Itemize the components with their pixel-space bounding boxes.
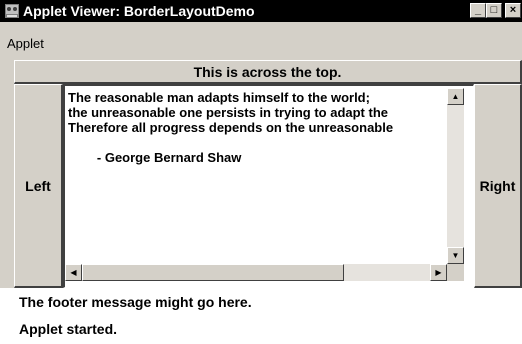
- text-line: the unreasonable one persists in trying …: [68, 105, 388, 120]
- text-content[interactable]: The reasonable man adapts himself to the…: [68, 90, 444, 264]
- menu-applet[interactable]: Applet: [7, 36, 44, 52]
- arrow-left-icon[interactable]: ◀: [65, 264, 82, 281]
- arrow-down-icon[interactable]: ▼: [447, 247, 464, 264]
- close-button[interactable]: ×: [505, 3, 521, 18]
- left-button[interactable]: Left: [14, 84, 63, 288]
- applet-icon: [5, 4, 19, 18]
- title-bar[interactable]: Applet Viewer: BorderLayoutDemo _ □ ×: [0, 0, 522, 22]
- horizontal-scroll-thumb[interactable]: [82, 264, 344, 281]
- scroll-corner: [447, 264, 464, 281]
- arrow-up-icon[interactable]: ▲: [447, 88, 464, 105]
- maximize-button[interactable]: □: [486, 3, 502, 18]
- top-button[interactable]: This is across the top.: [14, 60, 522, 84]
- text-line: The reasonable man adapts himself to the…: [68, 90, 370, 105]
- horizontal-scrollbar[interactable]: ◀ ▶: [65, 264, 447, 281]
- footer-area: The footer message might go here. Applet…: [0, 288, 522, 344]
- vertical-scrollbar[interactable]: ▲ ▼: [447, 88, 464, 264]
- status-text: Applet started.: [19, 321, 118, 337]
- window-title: Applet Viewer: BorderLayoutDemo: [23, 3, 255, 19]
- quote-text-area[interactable]: The reasonable man adapts himself to the…: [63, 84, 474, 288]
- menu-bar: Applet: [0, 33, 522, 55]
- applet-window: Applet Viewer: BorderLayoutDemo _ □ × Ap…: [0, 0, 522, 344]
- right-button[interactable]: Right: [474, 84, 522, 288]
- footer-message: The footer message might go here.: [19, 294, 252, 310]
- text-line: Therefore all progress depends on the un…: [68, 120, 394, 135]
- minimize-button[interactable]: _: [470, 3, 486, 18]
- text-line: [68, 135, 444, 150]
- text-line: - George Bernard Shaw: [68, 150, 242, 165]
- arrow-right-icon[interactable]: ▶: [430, 264, 447, 281]
